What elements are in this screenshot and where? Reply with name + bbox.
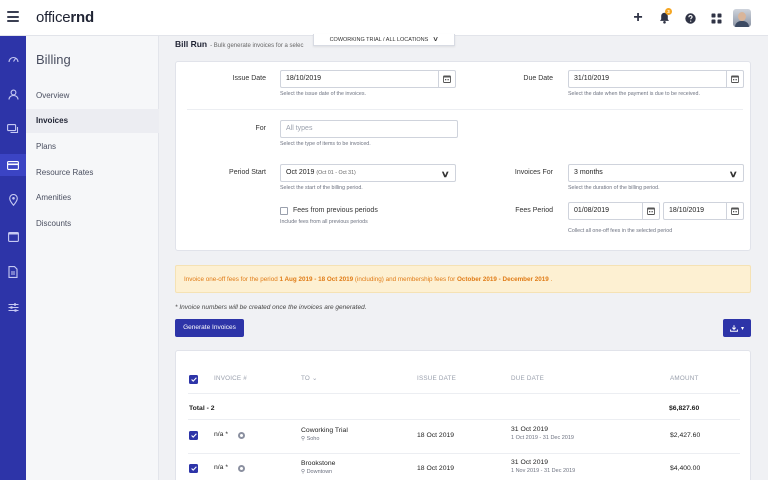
total-label: Total - 2 [189, 405, 215, 412]
nav-item-discounts[interactable]: Discounts [26, 212, 159, 236]
total-amount: $6,827.60 [669, 405, 700, 412]
notification-count-badge: 3 [665, 8, 672, 15]
fees-period-to-field[interactable]: 18/10/2019 [663, 202, 744, 220]
page-title: Bill Run - Bulk generate invoices for a s… [175, 39, 304, 49]
page-subtitle: - Bulk generate invoices for a selec [210, 43, 304, 49]
billing-sidebar: Billing Overview Invoices Plans Resource… [26, 36, 159, 480]
user-avatar-container[interactable] [732, 8, 752, 28]
top-actions: + 3 [622, 8, 752, 28]
header-to[interactable]: TO ⌄ [301, 375, 317, 382]
period-start-select[interactable]: Oct 2019 (Oct 01 - Oct 31) ∨ [280, 164, 456, 182]
invoices-for-label: Invoices For [514, 169, 553, 176]
row-due-date: 31 Oct 2019 1 Oct 2019 - 31 Dec 2019 [511, 426, 574, 441]
fees-previous-label[interactable]: Fees from previous periods [293, 207, 378, 214]
calendar-icon[interactable] [0, 225, 26, 247]
help-icon[interactable] [680, 8, 700, 28]
apps-grid-icon[interactable] [706, 8, 726, 28]
calendar-icon[interactable] [438, 71, 455, 87]
app-logo[interactable]: officernd [36, 9, 94, 26]
fees-period-hint: Collect all one-off fees in the selected… [568, 228, 673, 234]
dashboard-icon[interactable] [0, 47, 26, 69]
reports-document-icon[interactable] [0, 261, 26, 283]
nav-item-overview[interactable]: Overview [26, 84, 159, 108]
row-invoice-number: n/a * [214, 464, 228, 471]
bill-run-form-card: Issue Date 18/10/2019 Select the issue d… [175, 61, 751, 251]
period-start-label: Period Start [229, 169, 266, 176]
period-start-hint: Select the start of the billing period. [280, 185, 363, 191]
for-label: For [255, 125, 267, 132]
chevron-down-icon: ∨ [441, 169, 451, 179]
header-issue-date[interactable]: ISSUE DATE [417, 375, 456, 382]
top-bar: officernd + 3 [0, 0, 768, 36]
due-date-hint: Select the date when the payment is due … [568, 91, 700, 97]
section-divider [187, 109, 743, 110]
nav-item-amenities[interactable]: Amenities [26, 186, 159, 210]
billing-icon[interactable] [0, 154, 26, 176]
row-due-date: 31 Oct 2019 1 Nov 2019 - 31 Dec 2019 [511, 459, 576, 474]
hamburger-menu-icon[interactable] [7, 11, 19, 22]
gear-icon[interactable] [238, 465, 245, 472]
nav-item-resource-rates[interactable]: Resource Rates [26, 161, 159, 185]
generate-invoices-button[interactable]: Generate Invoices [175, 319, 244, 337]
fees-period-from-field[interactable]: 01/08/2019 [568, 202, 660, 220]
invoices-for-select[interactable]: 3 months ∨ [568, 164, 744, 182]
row-checkbox[interactable] [189, 464, 198, 473]
add-plus-icon[interactable]: + [628, 8, 648, 28]
invoices-for-hint: Select the duration of the billing perio… [568, 185, 660, 191]
location-pin-icon: ⚲ [301, 436, 306, 442]
messages-icon[interactable] [0, 118, 26, 140]
chevron-down-icon: ∨ [432, 36, 440, 43]
location-selector-dropdown[interactable]: COWORKING TRIAL / ALL LOCATIONS ∨ [313, 34, 455, 46]
row-issue-date: 18 Oct 2019 [417, 465, 455, 472]
issue-date-hint: Select the issue date of the invoices. [280, 91, 366, 97]
due-date-label: Due Date [523, 75, 553, 82]
row-issue-date: 18 Oct 2019 [417, 432, 455, 439]
due-date-field[interactable]: 31/10/2019 [568, 70, 744, 88]
invoice-number-note: * Invoice numbers will be created once t… [175, 304, 367, 311]
row-to[interactable]: Coworking Trial ⚲ Soho [301, 427, 348, 442]
download-icon [730, 324, 738, 332]
invoices-table: INVOICE # TO ⌄ ISSUE DATE DUE DATE AMOUN… [175, 350, 751, 480]
row-amount: $2,427.60 [670, 432, 701, 439]
issue-date-label: Issue Date [232, 75, 266, 82]
calendar-icon[interactable] [726, 71, 743, 87]
fees-period-label: Fees Period [515, 207, 553, 214]
left-icon-rail [0, 36, 26, 480]
fees-previous-checkbox[interactable] [280, 207, 288, 215]
nav-item-plans[interactable]: Plans [26, 135, 159, 159]
billing-period-notice: Invoice one-off fees for the period 1 Au… [175, 265, 751, 293]
sort-chevron-icon: ⌄ [311, 375, 318, 382]
calendar-icon[interactable] [726, 203, 743, 219]
main-content: Bill Run - Bulk generate invoices for a s… [159, 34, 768, 480]
for-hint: Select the type of items to be invoiced. [280, 141, 371, 147]
row-checkbox[interactable] [189, 431, 198, 440]
billing-title: Billing [36, 52, 71, 67]
location-pin-icon[interactable] [0, 189, 26, 211]
row-divider [188, 453, 740, 454]
fees-previous-hint: Include fees from all previous periods [280, 219, 368, 225]
row-amount: $4,400.00 [670, 465, 701, 472]
row-to[interactable]: Brookstone ⚲ Downtown [301, 460, 335, 475]
calendar-icon[interactable] [642, 203, 659, 219]
chevron-down-icon: ∨ [729, 169, 739, 179]
header-invoice-number[interactable]: INVOICE # [214, 375, 247, 382]
row-divider [188, 393, 740, 394]
gear-icon[interactable] [238, 432, 245, 439]
header-due-date[interactable]: DUE DATE [511, 375, 544, 382]
item-types-input[interactable]: All types [280, 120, 458, 138]
row-invoice-number: n/a * [214, 431, 228, 438]
row-divider [188, 419, 740, 420]
avatar[interactable] [733, 9, 751, 27]
header-amount[interactable]: AMOUNT [670, 375, 699, 382]
select-all-checkbox[interactable] [189, 375, 198, 384]
caret-down-icon: ▾ [740, 325, 744, 332]
location-pin-icon: ⚲ [301, 469, 306, 475]
settings-sliders-icon[interactable] [0, 296, 26, 318]
issue-date-field[interactable]: 18/10/2019 [280, 70, 456, 88]
download-dropdown-button[interactable]: ▾ [723, 319, 751, 337]
notifications-bell-icon[interactable]: 3 [654, 8, 674, 28]
members-icon[interactable] [0, 83, 26, 105]
nav-item-invoices[interactable]: Invoices [26, 109, 159, 133]
